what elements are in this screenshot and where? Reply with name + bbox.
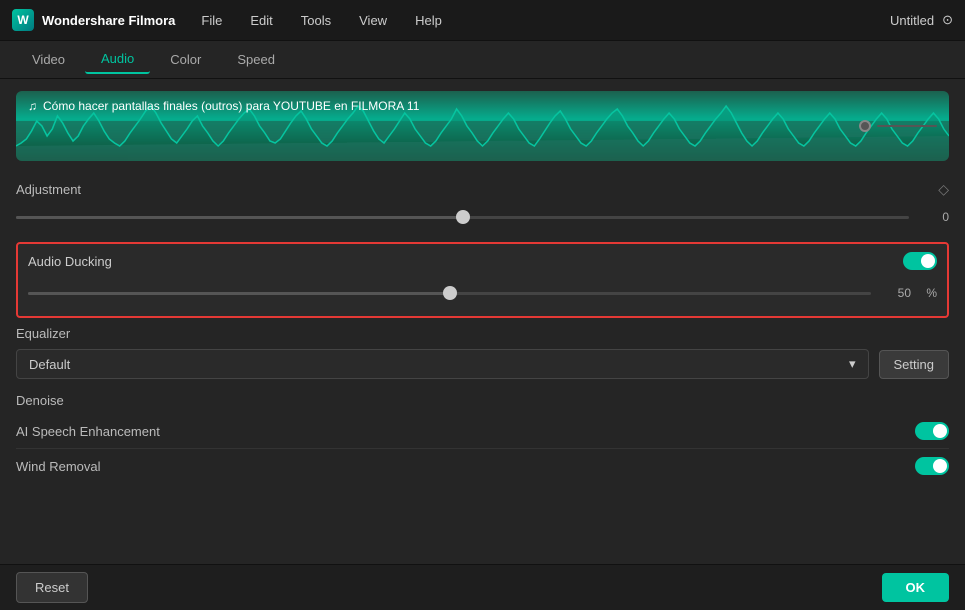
volume-knob[interactable] (859, 120, 937, 132)
pitch-slider-thumb[interactable] (456, 210, 470, 224)
ducking-value: 50 (881, 286, 911, 300)
equalizer-controls: Default ▾ Setting (16, 349, 949, 379)
adjustment-title: Adjustment (16, 182, 81, 197)
app-name: Wondershare Filmora (42, 13, 175, 28)
audio-track: ♫ Cómo hacer pantallas finales (outros) … (16, 91, 949, 161)
tab-color[interactable]: Color (154, 46, 217, 73)
menu-bar: File Edit Tools View Help (195, 9, 447, 32)
wind-removal-toggle[interactable] (915, 457, 949, 475)
tab-video[interactable]: Video (16, 46, 81, 73)
equalizer-section: Equalizer Default ▾ Setting (16, 326, 949, 379)
music-icon: ♫ (28, 99, 37, 113)
reset-button[interactable]: Reset (16, 572, 88, 603)
tabs-bar: Video Audio Color Speed (0, 41, 965, 79)
audio-ducking-header: Audio Ducking (28, 252, 937, 270)
audio-ducking-section: Audio Ducking 50 % (16, 242, 949, 318)
bottom-bar: Reset OK (0, 564, 965, 610)
denoise-title: Denoise (16, 387, 949, 414)
ai-speech-row: AI Speech Enhancement (16, 414, 949, 449)
project-status-icon: ⊙ (942, 12, 953, 28)
ducking-slider-row: 50 % (28, 278, 937, 308)
menu-tools[interactable]: Tools (295, 9, 337, 32)
ok-button[interactable]: OK (882, 573, 950, 602)
equalizer-title: Equalizer (16, 326, 949, 341)
app-logo: W Wondershare Filmora (12, 9, 175, 31)
wind-removal-row: Wind Removal (16, 449, 949, 483)
diamond-icon: ◇ (938, 181, 949, 198)
equalizer-dropdown[interactable]: Default ▾ (16, 349, 869, 379)
adjustment-header: Adjustment ◇ (16, 173, 949, 202)
ducking-slider-fill (28, 292, 450, 295)
title-bar: W Wondershare Filmora File Edit Tools Vi… (0, 0, 965, 41)
equalizer-selected: Default (29, 357, 70, 372)
menu-view[interactable]: View (353, 9, 393, 32)
title-bar-right: Untitled ⊙ (890, 12, 953, 28)
ducking-slider-track (28, 292, 871, 295)
pitch-value: 0 (919, 210, 949, 224)
denoise-section: Denoise AI Speech Enhancement Wind Remov… (16, 387, 949, 483)
audio-track-title: Cómo hacer pantallas finales (outros) pa… (43, 99, 419, 113)
menu-file[interactable]: File (195, 9, 228, 32)
adjustment-section: Adjustment ◇ 0 (16, 173, 949, 232)
tab-audio[interactable]: Audio (85, 45, 150, 74)
audio-ducking-title: Audio Ducking (28, 254, 112, 269)
ai-speech-label: AI Speech Enhancement (16, 424, 160, 439)
pitch-slider-container[interactable] (16, 208, 909, 226)
menu-help[interactable]: Help (409, 9, 448, 32)
volume-line (877, 125, 937, 127)
tab-speed[interactable]: Speed (221, 46, 291, 73)
volume-circle (859, 120, 871, 132)
main-content: ♫ Cómo hacer pantallas finales (outros) … (0, 79, 965, 610)
chevron-down-icon: ▾ (849, 356, 856, 372)
ducking-unit: % (921, 286, 937, 300)
pitch-slider-track (16, 216, 909, 219)
ducking-slider-thumb[interactable] (443, 286, 457, 300)
ducking-slider-container[interactable] (28, 284, 871, 302)
app-logo-icon: W (12, 9, 34, 31)
project-title: Untitled (890, 13, 934, 28)
title-bar-left: W Wondershare Filmora File Edit Tools Vi… (12, 9, 448, 32)
menu-edit[interactable]: Edit (244, 9, 278, 32)
pitch-slider-fill (16, 216, 463, 219)
wind-removal-label: Wind Removal (16, 459, 101, 474)
setting-button[interactable]: Setting (879, 350, 949, 379)
audio-ducking-toggle[interactable] (903, 252, 937, 270)
pitch-slider-row: 0 (16, 202, 949, 232)
audio-track-label: ♫ Cómo hacer pantallas finales (outros) … (28, 99, 419, 113)
ai-speech-toggle[interactable] (915, 422, 949, 440)
